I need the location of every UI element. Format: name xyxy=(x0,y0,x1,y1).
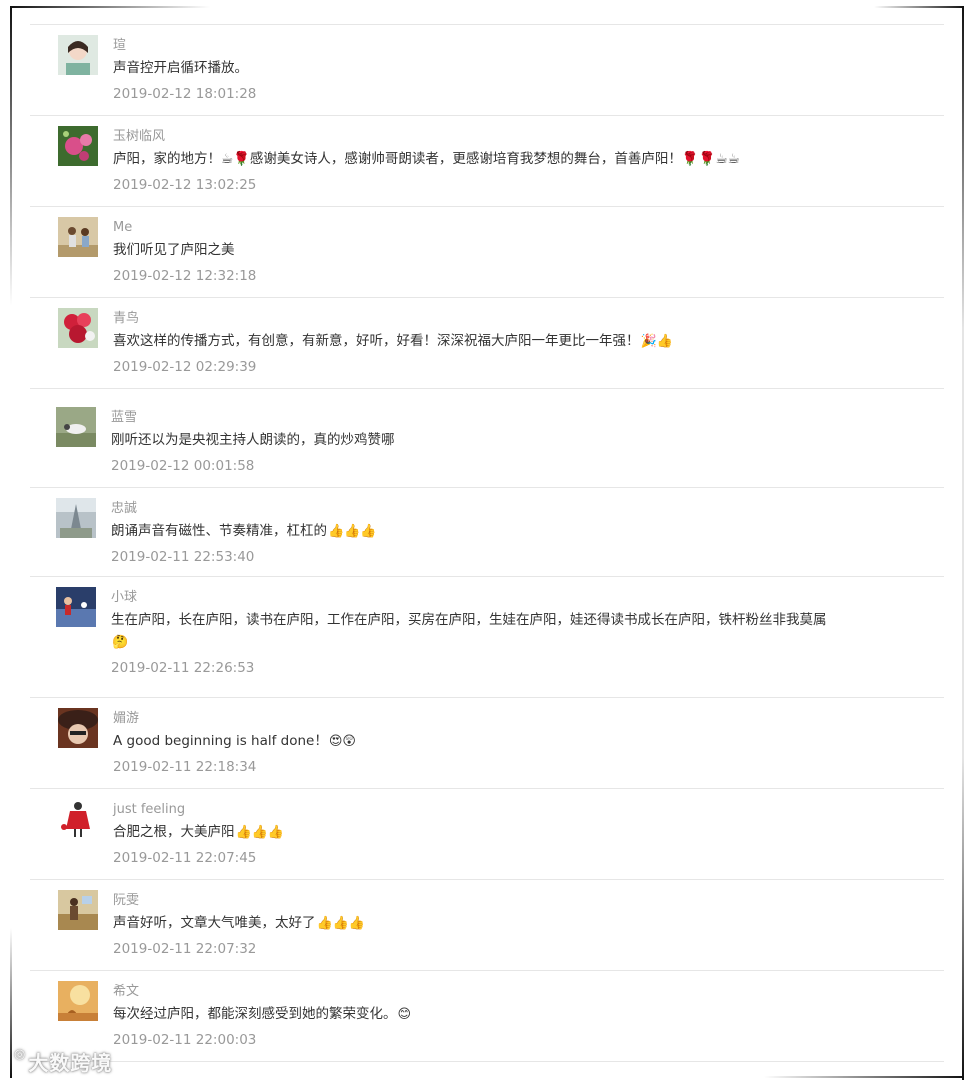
comment-item: 希文 每次经过庐阳，都能深刻感受到她的繁荣变化。😊 2019-02-11 22:… xyxy=(30,971,944,1062)
comment-list: 瑄 声音控开启循环播放。 2019-02-12 18:01:28 玉树临风 庐阳… xyxy=(30,24,944,1062)
comment-item: just feeling 合肥之根，大美庐阳👍👍👍 2019-02-11 22:… xyxy=(30,789,944,880)
frame-corner-bottom-right xyxy=(764,1076,964,1078)
user-avatar[interactable] xyxy=(58,799,98,839)
comment-nickname[interactable]: 瑄 xyxy=(113,37,834,55)
comment-text: 刚听还以为是央视主持人朗读的，真的炒鸡赞哪 xyxy=(111,429,834,452)
comment-timestamp: 2019-02-12 18:01:28 xyxy=(113,86,257,102)
comment-text-content: 我们听见了庐阳之美 xyxy=(113,242,235,258)
comment-emoji: 🤔 xyxy=(112,635,129,650)
comment-nickname[interactable]: 阮雯 xyxy=(113,892,834,910)
comment-item: 阮雯 声音好听，文章大气唯美，太好了👍👍👍 2019-02-11 22:07:3… xyxy=(30,880,944,971)
comment-nickname[interactable]: 希文 xyxy=(113,983,834,1001)
comment-text-content: A good beginning is half done！ xyxy=(113,733,328,749)
comment-text: 我们听见了庐阳之美 xyxy=(113,239,834,262)
comment-text: 喜欢这样的传播方式，有创意，有新意，好听，好看！深深祝福大庐阳一年更比一年强！🎉… xyxy=(113,330,834,353)
comment-timestamp: 2019-02-11 22:26:53 xyxy=(111,660,255,676)
comment-text: 朗诵声音有磁性、节奏精准，杠杠的👍👍👍 xyxy=(111,520,834,543)
comment-item: Me 我们听见了庐阳之美 2019-02-12 12:32:18 xyxy=(30,207,944,298)
user-avatar[interactable] xyxy=(56,587,96,627)
comment-timestamp: 2019-02-12 13:02:25 xyxy=(113,177,257,193)
comment-item: 瑄 声音控开启循环播放。 2019-02-12 18:01:28 xyxy=(30,25,944,116)
user-avatar[interactable] xyxy=(58,981,98,1021)
comment-emoji: 👍👍👍 xyxy=(316,916,366,931)
comment-timestamp: 2019-02-11 22:18:34 xyxy=(113,759,257,775)
comment-timestamp: 2019-02-12 12:32:18 xyxy=(113,268,257,284)
comment-timestamp: 2019-02-12 00:01:58 xyxy=(111,458,255,474)
comment-text: 合肥之根，大美庐阳👍👍👍 xyxy=(113,821,834,844)
comment-nickname[interactable]: Me xyxy=(113,219,834,237)
user-avatar[interactable] xyxy=(58,890,98,930)
comment-item: 玉树临风 庐阳，家的地方！☕🌹感谢美女诗人，感谢帅哥朗读者，更感谢培育我梦想的舞… xyxy=(30,116,944,207)
comment-text: 每次经过庐阳，都能深刻感受到她的繁荣变化。😊 xyxy=(113,1003,834,1026)
frame-edge-left xyxy=(10,6,12,306)
comment-emoji: 😊 xyxy=(397,1007,412,1022)
frame-corner-top-right xyxy=(874,6,964,8)
comment-item: 小球 生在庐阳，长在庐阳，读书在庐阳，工作在庐阳，买房在庐阳，生娃在庐阳，娃还得… xyxy=(30,577,944,698)
comment-text-content: 朗诵声音有磁性、节奏精准，杠杠的 xyxy=(111,523,327,539)
comment-item: 忠誠 朗诵声音有磁性、节奏精准，杠杠的👍👍👍 2019-02-11 22:53:… xyxy=(30,488,944,577)
frame-corner-top-left xyxy=(10,6,210,8)
comment-timestamp: 2019-02-11 22:07:32 xyxy=(113,941,257,957)
comment-nickname[interactable]: 媚游 xyxy=(113,710,834,728)
watermark-logo-icon: ◎ xyxy=(14,1047,27,1062)
comment-emoji: 🎉👍 xyxy=(640,334,673,349)
comment-text: 声音好听，文章大气唯美，太好了👍👍👍 xyxy=(113,912,834,935)
comment-text-content: 庐阳，家的地方！☕🌹感谢美女诗人，感谢帅哥朗读者，更感谢培育我梦想的舞台，首善庐… xyxy=(113,151,740,167)
watermark: ◎ 大数跨境 xyxy=(14,1047,112,1076)
comment-text-content: 声音控开启循环播放。 xyxy=(113,60,248,76)
comment-timestamp: 2019-02-12 02:29:39 xyxy=(113,359,257,375)
comment-text-content: 每次经过庐阳，都能深刻感受到她的繁荣变化。 xyxy=(113,1006,397,1022)
user-avatar[interactable] xyxy=(58,217,98,257)
comment-item: 媚游 A good beginning is half done！😍😲 2019… xyxy=(30,698,944,789)
frame-edge-left-bottom xyxy=(10,928,12,1078)
comment-nickname[interactable]: 忠誠 xyxy=(111,500,834,518)
comment-timestamp: 2019-02-11 22:07:45 xyxy=(113,850,257,866)
comment-item: 蓝雪 刚听还以为是央视主持人朗读的，真的炒鸡赞哪 2019-02-12 00:0… xyxy=(30,389,944,488)
comment-item: 青鸟 喜欢这样的传播方式，有创意，有新意，好听，好看！深深祝福大庐阳一年更比一年… xyxy=(30,298,944,389)
comment-emoji: 😍😲 xyxy=(328,734,356,749)
comment-nickname[interactable]: 蓝雪 xyxy=(111,409,834,427)
comment-text-content: 喜欢这样的传播方式，有创意，有新意，好听，好看！深深祝福大庐阳一年更比一年强！ xyxy=(113,333,640,349)
user-avatar[interactable] xyxy=(56,407,96,447)
comment-nickname[interactable]: 小球 xyxy=(111,589,834,607)
user-avatar[interactable] xyxy=(58,126,98,166)
user-avatar[interactable] xyxy=(58,708,98,748)
comment-emoji: 👍👍👍 xyxy=(328,524,377,539)
comment-text-content: 合肥之根，大美庐阳 xyxy=(113,824,235,840)
watermark-text: 大数跨境 xyxy=(28,1051,113,1075)
comment-timestamp: 2019-02-11 22:53:40 xyxy=(111,549,255,565)
comment-nickname[interactable]: 青鸟 xyxy=(113,310,834,328)
comment-text: 生在庐阳，长在庐阳，读书在庐阳，工作在庐阳，买房在庐阳，生娃在庐阳，娃还得读书成… xyxy=(111,609,834,654)
comment-text: A good beginning is half done！😍😲 xyxy=(113,730,834,753)
comment-nickname[interactable]: just feeling xyxy=(113,801,834,819)
comment-text-content: 声音好听，文章大气唯美，太好了 xyxy=(113,915,316,931)
comment-emoji: 👍👍👍 xyxy=(235,825,285,840)
comment-nickname[interactable]: 玉树临风 xyxy=(113,128,834,146)
frame-edge-right xyxy=(962,6,964,1080)
comment-text-content: 生在庐阳，长在庐阳，读书在庐阳，工作在庐阳，买房在庐阳，生娃在庐阳，娃还得读书成… xyxy=(111,612,827,628)
user-avatar[interactable] xyxy=(56,498,96,538)
comment-text: 声音控开启循环播放。 xyxy=(113,57,834,80)
user-avatar[interactable] xyxy=(58,35,98,75)
user-avatar[interactable] xyxy=(58,308,98,348)
comment-text-content: 刚听还以为是央视主持人朗读的，真的炒鸡赞哪 xyxy=(111,432,395,448)
comment-text: 庐阳，家的地方！☕🌹感谢美女诗人，感谢帅哥朗读者，更感谢培育我梦想的舞台，首善庐… xyxy=(113,148,834,171)
comment-timestamp: 2019-02-11 22:00:03 xyxy=(113,1032,257,1048)
